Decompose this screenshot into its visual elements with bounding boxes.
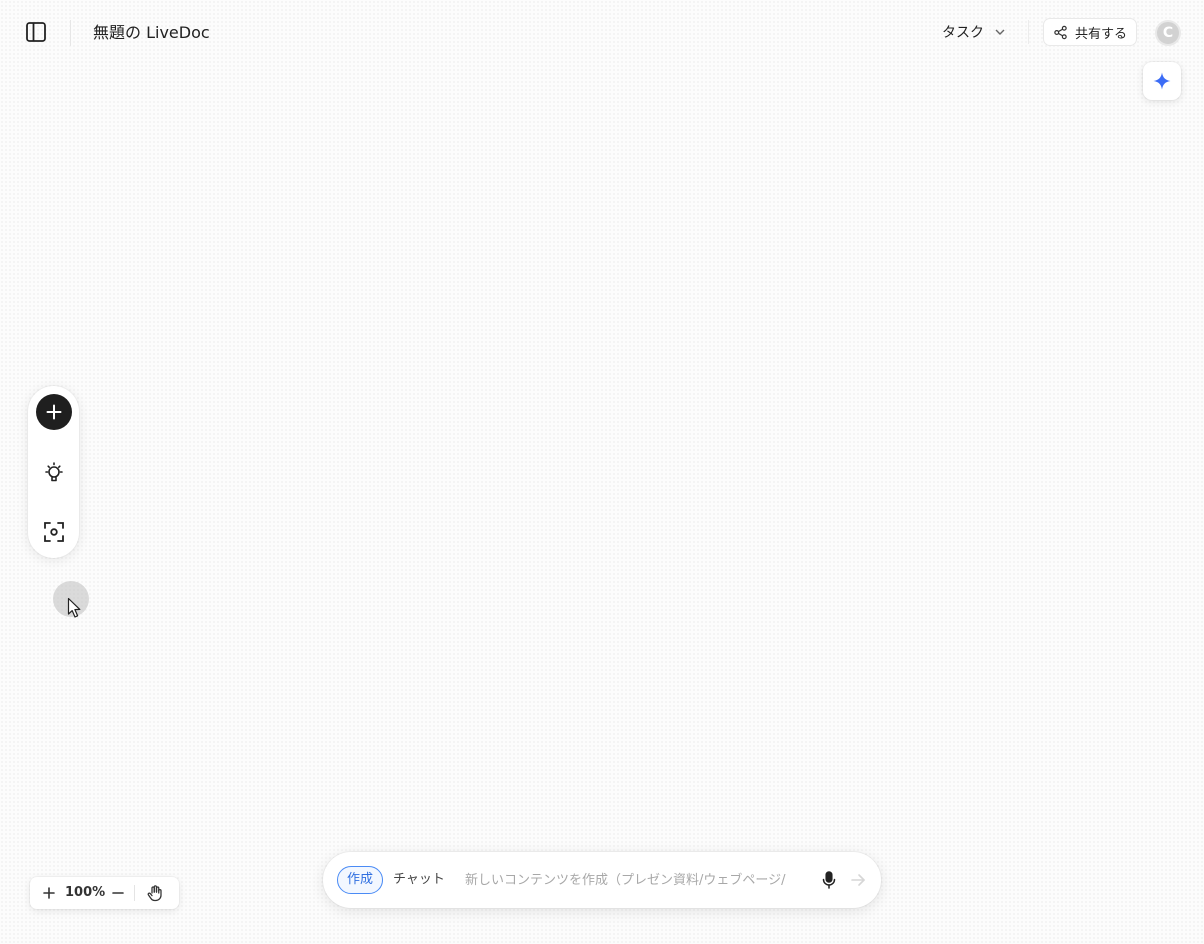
task-dropdown-label: タスク bbox=[942, 25, 984, 41]
sparkle-icon bbox=[1153, 72, 1171, 90]
zoom-level[interactable]: 100% bbox=[65, 883, 105, 903]
chevron-down-icon bbox=[995, 29, 1005, 35]
document-title[interactable]: 無題の LiveDoc bbox=[93, 21, 210, 45]
microphone-button[interactable] bbox=[819, 869, 839, 891]
scan-focus-icon bbox=[44, 522, 64, 542]
lightbulb-icon bbox=[45, 462, 63, 482]
left-toolbar bbox=[28, 386, 79, 558]
share-button[interactable]: 共有する bbox=[1043, 18, 1138, 46]
share-button-label: 共有する bbox=[1075, 26, 1128, 42]
zoom-controls: 100% bbox=[30, 877, 179, 909]
plus-icon bbox=[46, 404, 62, 420]
zoom-in-button[interactable] bbox=[41, 885, 57, 901]
share-icon bbox=[1054, 25, 1067, 39]
ideas-button[interactable] bbox=[40, 459, 68, 487]
zoom-divider bbox=[134, 885, 135, 901]
add-button[interactable] bbox=[36, 394, 72, 430]
pointer-icon bbox=[67, 597, 81, 618]
arrow-right-icon bbox=[851, 874, 865, 886]
task-dropdown[interactable]: タスク bbox=[932, 18, 1016, 46]
mode-chat-tab[interactable]: チャット bbox=[385, 866, 453, 894]
microphone-icon bbox=[822, 871, 836, 889]
hand-icon bbox=[147, 885, 162, 902]
minus-icon bbox=[112, 892, 124, 894]
sidebar-toggle-icon bbox=[26, 22, 46, 42]
sidebar-toggle-button[interactable] bbox=[24, 20, 48, 44]
send-button[interactable] bbox=[847, 869, 869, 891]
ai-assistant-button[interactable] bbox=[1143, 62, 1181, 100]
avatar[interactable]: C bbox=[1155, 20, 1181, 46]
mouse-pointer bbox=[67, 597, 83, 619]
mode-create-tab[interactable]: 作成 bbox=[337, 866, 384, 894]
prompt-composer: 作成 チャット bbox=[323, 852, 881, 908]
hand-tool-button[interactable] bbox=[145, 883, 165, 903]
plus-icon bbox=[43, 887, 55, 899]
zoom-out-button[interactable] bbox=[110, 885, 126, 901]
prompt-input[interactable] bbox=[465, 868, 811, 892]
title-divider bbox=[70, 20, 71, 46]
header-divider bbox=[1028, 20, 1029, 44]
capture-button[interactable] bbox=[40, 518, 68, 546]
